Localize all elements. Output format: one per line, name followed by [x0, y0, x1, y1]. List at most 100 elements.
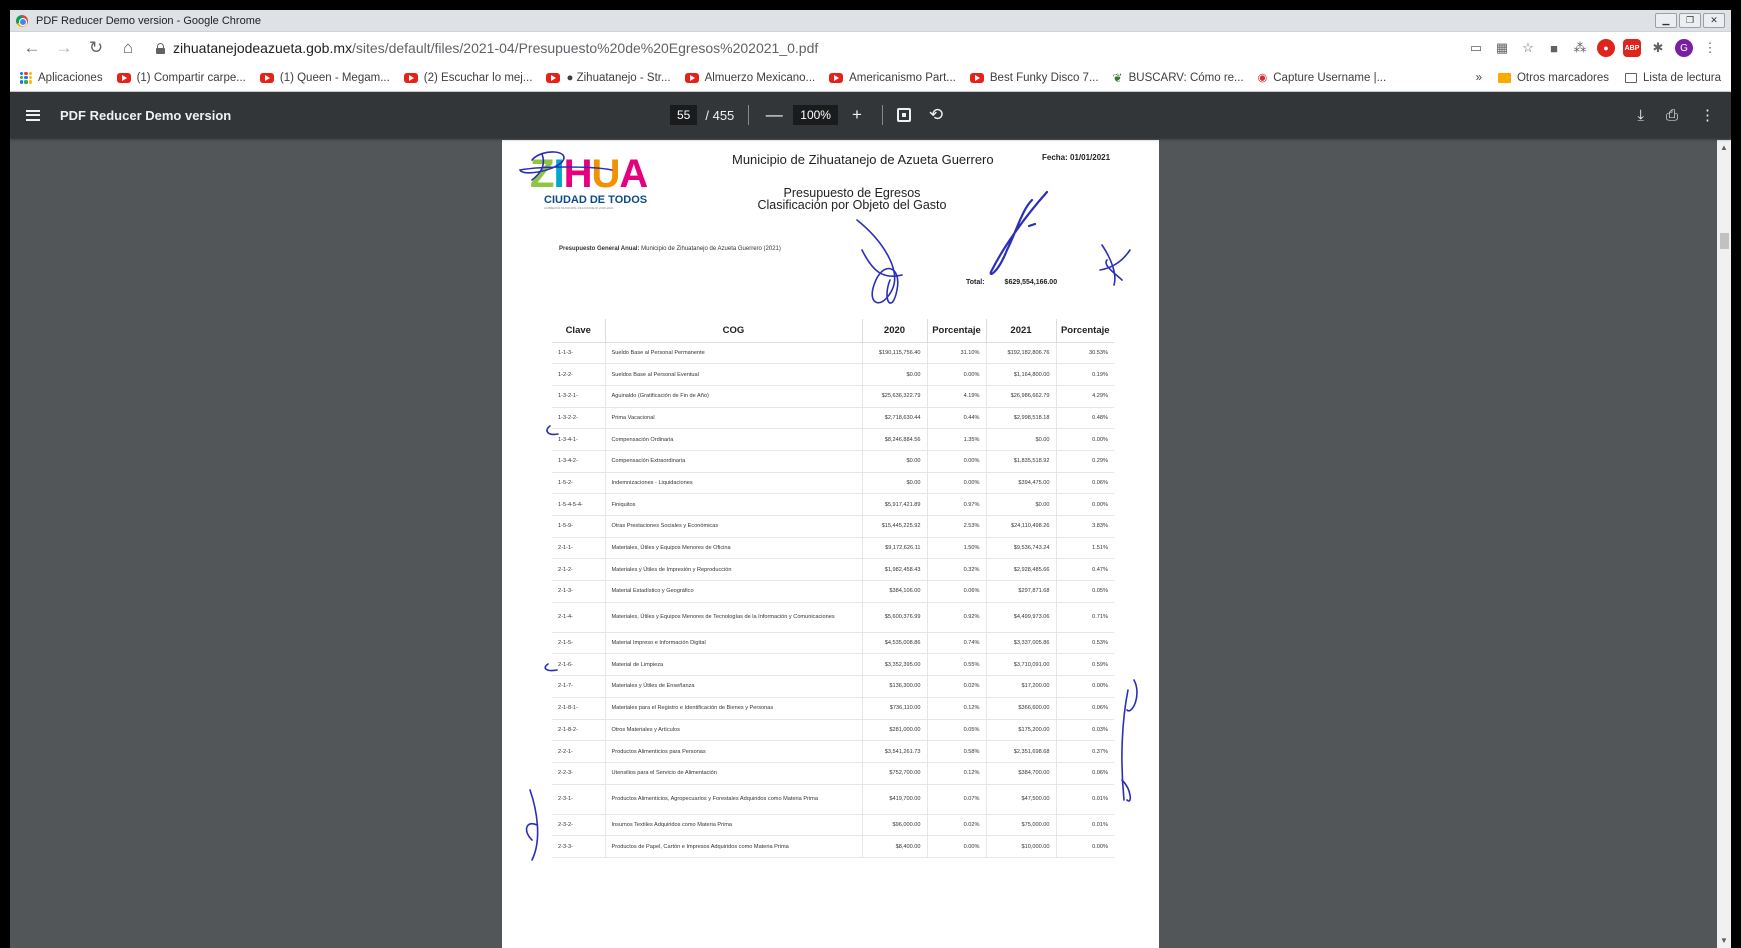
table-row: 1-2-2- Sueldos Base al Personal Eventual $…	[552, 363, 1114, 386]
qr-code-icon[interactable]: ▦	[1493, 39, 1511, 57]
bookmark-item[interactable]: (1) Queen - Megam...	[259, 72, 390, 84]
scroll-down-arrow-icon[interactable]: ▼	[1720, 936, 1728, 945]
pdf-viewer[interactable]: ZIHUA CIUDAD DE TODOS GOBIERNO MUNICIPAL…	[10, 140, 1731, 948]
hamburger-menu-icon[interactable]	[26, 109, 40, 121]
bookmark-item[interactable]: ● Zihuatanejo - Str...	[546, 72, 671, 84]
table-row: 2-1-2- Materiales y Útiles de Impresión y…	[552, 558, 1114, 582]
extension-puzzle-grid-icon[interactable]: ⁂	[1571, 39, 1589, 57]
back-button[interactable]: ←	[18, 34, 46, 62]
logo-tagline: GOBIERNO MUNICIPAL ZIHUATANEJO 2018-2021	[544, 206, 614, 210]
bookmark-apps[interactable]: Aplicaciones	[20, 71, 103, 84]
table-row: 2-1-7- Materiales y Útiles de Enseñanza $1…	[552, 675, 1114, 698]
cell-pct-2020: 0.00%	[926, 363, 986, 386]
column-header: 2020	[861, 319, 927, 343]
zoom-out-button[interactable]: —	[763, 105, 785, 125]
more-options-icon[interactable]: ⋮	[1700, 106, 1715, 124]
cell-2020: $15,445,225.92	[861, 515, 927, 538]
minimize-button[interactable]: ▁	[1655, 13, 1677, 28]
bookmarks-overflow-button[interactable]: »	[1476, 72, 1482, 84]
table-row: 2-1-5- Material Impreso e Información Dig…	[552, 632, 1114, 655]
bookmark-item[interactable]: ❦ BUSCARV: Cómo re...	[1113, 71, 1244, 85]
zoom-level-input[interactable]: 100%	[793, 105, 838, 125]
reading-list-button[interactable]: Lista de lectura	[1625, 72, 1721, 84]
apps-grid-icon	[20, 71, 32, 84]
table-row: 1-3-2-1- Aguinaldo (Gratificación de Fin …	[552, 385, 1114, 408]
cell-pct-2021: 0.00%	[1055, 428, 1114, 451]
ublock-icon[interactable]: ●	[1597, 39, 1615, 57]
cell-2020: $8,400.00	[861, 835, 927, 858]
adblock-plus-icon[interactable]: ABP	[1623, 39, 1641, 57]
table-row: 2-2-1- Productos Alimenticios para Person…	[552, 740, 1114, 763]
cast-icon[interactable]: ▭	[1467, 39, 1485, 57]
url-input[interactable]: zihuatanejodeazueta.gob.mx/sites/default…	[146, 35, 1463, 61]
cell-pct-2021: 0.19%	[1055, 363, 1114, 386]
youtube-icon	[403, 72, 418, 83]
cell-clave: 2-1-1-	[552, 537, 605, 560]
cell-2021: $3,710,091.00	[985, 653, 1056, 677]
restore-button[interactable]: ❐	[1679, 13, 1701, 28]
cell-2020: $281,000.00	[861, 719, 927, 742]
table-row: 2-1-3- Material Estadístico y Geográfico $…	[552, 580, 1114, 603]
bookmark-item[interactable]: (2) Escuchar lo mej...	[403, 72, 532, 84]
fit-to-page-icon[interactable]	[896, 108, 911, 122]
cell-pct-2021: 0.53%	[1055, 632, 1114, 655]
table-row: 2-1-8-1- Materiales para el Registro e Id…	[552, 697, 1114, 720]
cell-cog: Materiales y Útiles de Enseñanza	[604, 675, 862, 698]
download-icon[interactable]: ⤓	[1637, 107, 1644, 124]
pdf-title: PDF Reducer Demo version	[60, 107, 232, 123]
cell-pct-2020: 31.10%	[926, 342, 986, 365]
cell-pct-2021: 0.06%	[1055, 697, 1114, 720]
bookmarks-bar: Aplicaciones (1) Compartir carpe... (1) …	[10, 64, 1731, 92]
bookmark-star-icon[interactable]: ☆	[1519, 39, 1537, 57]
extensions-puzzle-icon[interactable]: ✱	[1649, 39, 1667, 57]
cell-clave: 2-1-7-	[552, 675, 605, 698]
youtube-icon	[116, 72, 131, 83]
other-bookmarks-folder[interactable]: Otros marcadores	[1497, 72, 1609, 84]
rotate-icon[interactable]: ⟲	[925, 105, 947, 125]
forward-button[interactable]: →	[50, 34, 78, 62]
cell-2021: $175,200.00	[985, 719, 1056, 742]
cell-2021: $26,986,662.79	[985, 385, 1056, 408]
pdf-page: ZIHUA CIUDAD DE TODOS GOBIERNO MUNICIPAL…	[502, 140, 1159, 948]
lock-icon[interactable]	[156, 42, 165, 54]
reload-button[interactable]: ↻	[82, 34, 110, 62]
cell-cog: Sueldo Base al Personal Permanente	[604, 342, 862, 365]
cell-pct-2021: 0.48%	[1055, 407, 1114, 430]
cell-2020: $1,982,458.43	[861, 558, 927, 582]
youtube-icon	[684, 72, 699, 83]
print-icon[interactable]: ⎙	[1666, 107, 1678, 124]
extension-square-icon[interactable]: ■	[1545, 39, 1563, 57]
cell-pct-2020: 0.55%	[926, 653, 986, 677]
table-row: 2-3-2- Insumos Textiles Adquiridos como M…	[552, 814, 1114, 837]
chrome-menu-icon[interactable]: ⋮	[1701, 39, 1719, 57]
bookmark-item[interactable]: ◉ Capture Username |...	[1258, 71, 1387, 85]
scroll-up-arrow-icon[interactable]: ▲	[1720, 143, 1728, 152]
close-button[interactable]: ✕	[1703, 13, 1725, 28]
cell-cog: Materiales, Útiles y Equipos Menores de …	[604, 602, 862, 633]
cell-clave: 1-3-2-1-	[552, 385, 605, 408]
table-row: 1-5-9- Otras Prestaciones Sociales y Econ…	[552, 515, 1114, 538]
cell-pct-2021: 0.05%	[1055, 580, 1114, 603]
cell-cog: Productos Alimenticios para Personas	[604, 740, 862, 763]
cell-2021: $17,200.00	[985, 675, 1056, 698]
cell-pct-2021: 1.51%	[1055, 537, 1114, 560]
logo-subtitle: CIUDAD DE TODOS	[544, 194, 648, 206]
cell-pct-2020: 0.32%	[926, 558, 986, 582]
cell-2020: $190,115,756.40	[861, 342, 927, 365]
document-date: Fecha: 01/01/2021	[1042, 153, 1111, 162]
cell-clave: 2-2-3-	[552, 762, 605, 785]
bookmark-item[interactable]: Best Funky Disco 7...	[969, 72, 1099, 84]
profile-avatar[interactable]: G	[1675, 39, 1693, 57]
table-row: 2-1-4- Materiales, Útiles y Equipos Menor…	[552, 602, 1114, 633]
cell-cog: Materiales para el Registro e Identifica…	[604, 697, 862, 720]
home-button[interactable]: ⌂	[114, 34, 142, 62]
cell-pct-2020: 0.74%	[926, 632, 986, 655]
bookmark-item[interactable]: Almuerzo Mexicano...	[684, 72, 815, 84]
cell-cog: Material Impreso e Información Digital	[604, 632, 862, 655]
zoom-in-button[interactable]: +	[846, 105, 868, 125]
page-number-input[interactable]: 55	[670, 105, 698, 125]
viewer-scrollbar[interactable]: ▲ ▼	[1717, 140, 1731, 948]
bookmark-item[interactable]: (1) Compartir carpe...	[116, 72, 246, 84]
scroll-thumb[interactable]	[1720, 233, 1729, 249]
bookmark-item[interactable]: Americanismo Part...	[829, 72, 956, 84]
